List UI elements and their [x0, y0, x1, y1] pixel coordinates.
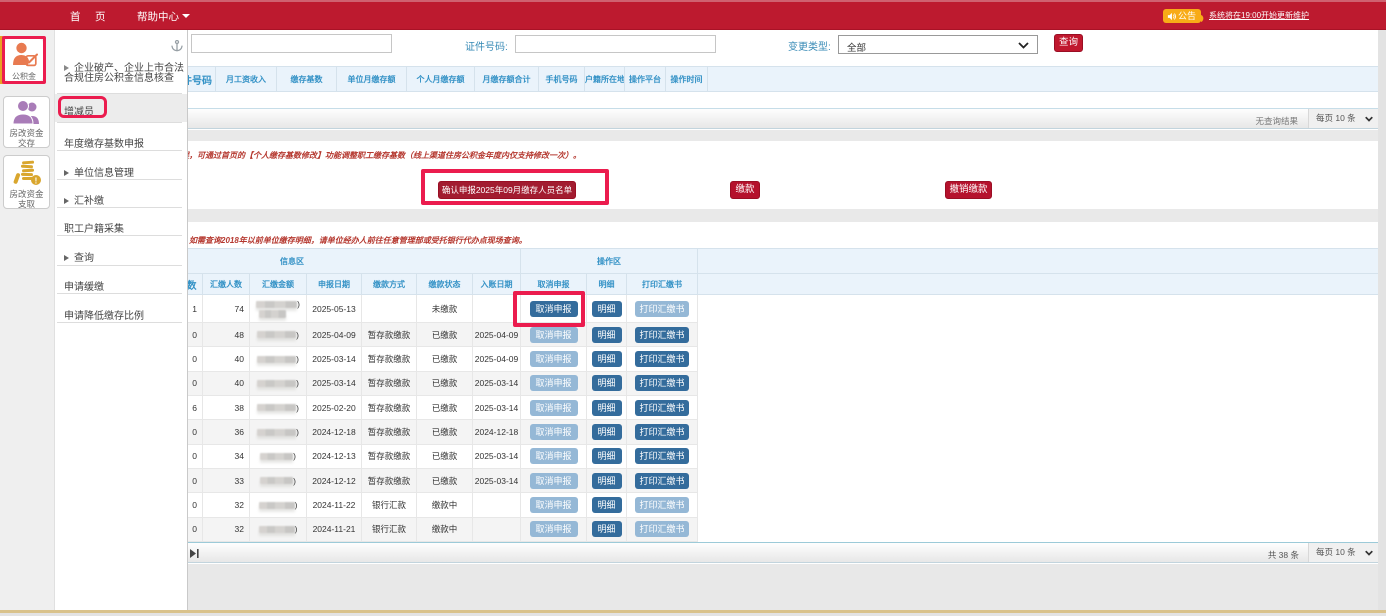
svg-text:!: ! — [34, 177, 37, 186]
